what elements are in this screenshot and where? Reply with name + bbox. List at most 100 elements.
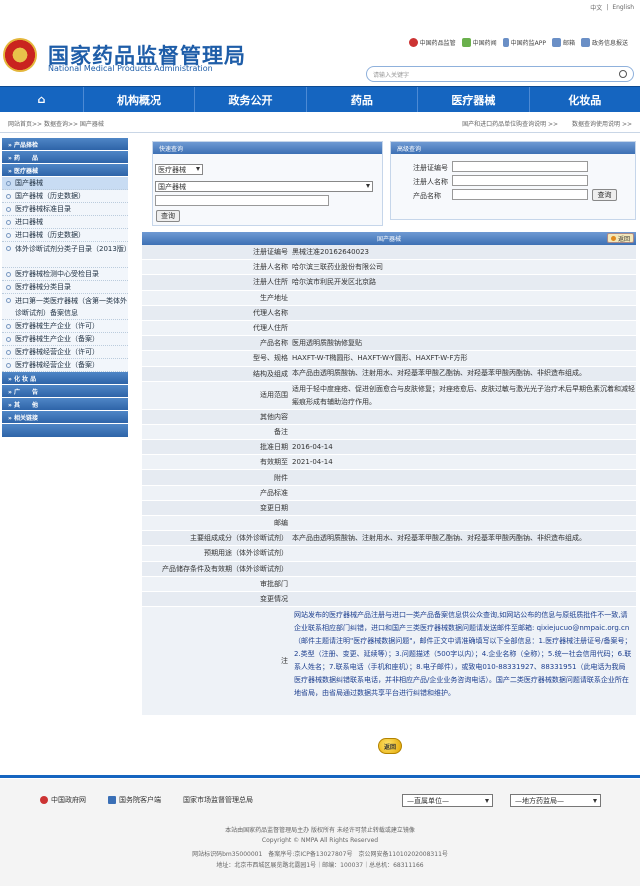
table-row: 附件 <box>142 470 636 486</box>
phone-icon <box>502 38 509 47</box>
product-name-label: 产品名称 <box>413 192 441 200</box>
affiliate-select[interactable]: —直属单位— <box>402 794 493 807</box>
sidebar-item[interactable]: 医疗器械生产企业（备案） <box>2 333 128 346</box>
field-value <box>290 321 636 335</box>
field-value: HAXFT-W-T椭圆形、HAXFT-W-Y圆形、HAXFT-W-F方形 <box>292 353 468 362</box>
field-label: 注册人名称 <box>253 263 288 272</box>
sidebar-item[interactable]: 医疗器械经营企业（许可） <box>2 346 128 359</box>
field-value: 本产品由透明质酸钠、注射用水、对羟基苯甲酸乙酯钠、对羟基苯甲酸丙酯钠、非织造布组… <box>292 533 586 542</box>
field-label: 备注 <box>274 427 288 436</box>
sidebar-head-0[interactable]: » 产品择检 <box>2 138 128 151</box>
subcategory-select[interactable]: 国产器械 <box>155 181 373 192</box>
field-label: 产品名称 <box>260 339 288 348</box>
footer-copyright-cn: 本站由国家药品监督管理局主办 版权所有 未经许可禁止转载或建立镜像 <box>225 827 415 834</box>
local-bureau-select[interactable]: —地方药监局— <box>510 794 601 807</box>
keyword-input[interactable] <box>155 195 329 206</box>
sidebar-head-2[interactable]: » 医疗器械 <box>2 164 128 177</box>
sidebar-item[interactable]: 国产器械（历史数据） <box>2 190 128 203</box>
table-row: 结构及组成 本产品由透明质酸钠、注射用水、对羟基苯甲酸乙酯钠、对羟基苯甲酸丙酯钠、… <box>142 366 636 382</box>
field-value <box>290 410 636 424</box>
sidebar-head-1[interactable]: » 药 品 <box>2 151 128 164</box>
footer-link-app[interactable]: 国务院客户端 <box>108 795 161 805</box>
sidebar-item[interactable]: 进口器械（历史数据） <box>2 229 128 242</box>
bullet-icon <box>6 349 11 355</box>
field-label: 注册证编号 <box>253 248 288 257</box>
field-label: 代理人名称 <box>253 308 288 317</box>
field-value <box>290 306 636 320</box>
sidebar-head-4[interactable]: » 广 告 <box>2 385 128 398</box>
table-row: 备注 <box>142 424 636 441</box>
sidebar: » 产品择检 » 药 品 » 医疗器械 国产器械 国产器械（历史数据） 医疗器械… <box>2 138 131 438</box>
product-name-input[interactable] <box>452 189 588 200</box>
breadcrumb[interactable]: 网站首页>> 数据查询>> 国产器械 <box>8 119 104 128</box>
lang-cn-link[interactable]: 中文 <box>590 3 602 12</box>
back-button[interactable]: 返回 <box>378 738 402 754</box>
field-value: 黑械注准20162640023 <box>292 247 369 256</box>
search-input[interactable]: 请输入关键字 <box>373 70 619 79</box>
advanced-query-button[interactable]: 查询 <box>592 189 617 201</box>
advanced-query-panel: 高级查询 注册证编号 注册人名称 产品名称 查询 <box>390 141 636 220</box>
sidebar-item[interactable]: 国产器械 <box>2 177 128 190</box>
nav-item-devices[interactable]: 医疗器械 <box>418 87 530 112</box>
field-label: 生产地址 <box>260 293 288 302</box>
quick-link-3[interactable]: 邮箱 <box>551 38 575 47</box>
search-box[interactable]: 请输入关键字 <box>366 66 634 82</box>
footer-link-samr[interactable]: 国家市场监督管理总局 <box>183 795 253 805</box>
report-icon <box>580 38 590 47</box>
field-label: 其他内容 <box>260 412 288 421</box>
nav-item-drugs[interactable]: 药品 <box>307 87 419 112</box>
quick-link-2[interactable]: 中国药监APP <box>502 38 546 47</box>
sidebar-item[interactable]: 医疗器械生产企业（许可） <box>2 320 128 333</box>
bullet-icon <box>6 180 11 186</box>
site-title-en: National Medical Products Administration <box>48 64 213 73</box>
chevron-down-icon <box>196 167 200 171</box>
sidebar-item[interactable]: 进口器械 <box>2 216 128 229</box>
nav-item-about[interactable]: 机构概况 <box>84 87 196 112</box>
quick-query-button[interactable]: 查询 <box>156 210 180 222</box>
language-switch: 中文 | English <box>0 0 640 14</box>
main-nav: ⌂ 机构概况 政务公开 药品 医疗器械 化妆品 <box>0 86 640 112</box>
sidebar-item[interactable]: 医疗器械分类目录 <box>2 281 128 294</box>
help-links: 国产和进口药品单位购查询说明 >> 数据查询使用说明 >> <box>462 119 632 128</box>
quick-link-1[interactable]: 中国药闻 <box>461 38 497 47</box>
registrant-input[interactable] <box>452 175 588 186</box>
nav-item-cosmetics[interactable]: 化妆品 <box>530 87 640 112</box>
sidebar-item[interactable]: 医疗器械检测中心受检目录 <box>2 268 128 281</box>
reg-number-label: 注册证编号 <box>413 164 448 172</box>
nav-home[interactable]: ⌂ <box>0 87 84 112</box>
field-value <box>290 577 636 591</box>
field-value: 哈尔滨三联药业股份有限公司 <box>292 262 383 271</box>
back-tag-button[interactable]: 返回 <box>606 233 634 243</box>
field-value <box>290 291 636 305</box>
quick-query-panel: 快速查询 医疗器械 国产器械 查询 <box>152 141 383 226</box>
reg-number-input[interactable] <box>452 161 588 172</box>
sidebar-head-3[interactable]: » 化 妆 品 <box>2 372 128 385</box>
sidebar-item[interactable]: 医疗器械标准目录 <box>2 203 128 216</box>
site-header: 国家药品监督管理局 National Medical Products Admi… <box>0 14 640 82</box>
help-link-2[interactable]: 数据查询使用说明 >> <box>572 119 632 128</box>
field-label: 变更情况 <box>260 595 288 604</box>
table-row: 代理人住所 <box>142 320 636 337</box>
field-value <box>290 425 636 439</box>
footer-address: 地址：北京市西城区展览路北露园1号｜邮编：100037｜总总机：68311166 <box>216 862 424 869</box>
bullet-icon <box>6 336 11 342</box>
sidebar-item[interactable]: 进口第一类医疗器械（含第一类体外诊断试剂）备案信息 <box>2 294 128 320</box>
lang-en-link[interactable]: English <box>612 4 634 11</box>
nav-item-gov[interactable]: 政务公开 <box>195 87 307 112</box>
sidebar-head-6[interactable]: » 相关链接 <box>2 411 128 424</box>
category-select[interactable]: 医疗器械 <box>155 164 203 175</box>
table-row: 注册人名称 哈尔滨三联药业股份有限公司 <box>142 260 636 276</box>
field-value <box>290 470 636 484</box>
news-icon <box>461 38 471 47</box>
chevron-down-icon <box>485 799 489 803</box>
sidebar-item[interactable]: 体外诊断试剂分类子目录（2013版） <box>2 242 131 268</box>
field-label: 主要组成成分（体外诊断试剂） <box>190 534 288 543</box>
quick-link-4[interactable]: 政务信息报送 <box>580 38 628 47</box>
quick-link-0[interactable]: 中国药品监管 <box>408 38 456 47</box>
footer-link-gov[interactable]: 中国政府网 <box>40 795 86 805</box>
help-link-1[interactable]: 国产和进口药品单位购查询说明 >> <box>462 119 558 128</box>
search-icon[interactable] <box>619 70 627 78</box>
sidebar-item[interactable]: 医疗器械经营企业（备案） <box>2 359 128 372</box>
footer-links: 中国政府网 国务院客户端 国家市场监督管理总局 <box>40 795 253 805</box>
sidebar-head-5[interactable]: » 其 他 <box>2 398 128 411</box>
